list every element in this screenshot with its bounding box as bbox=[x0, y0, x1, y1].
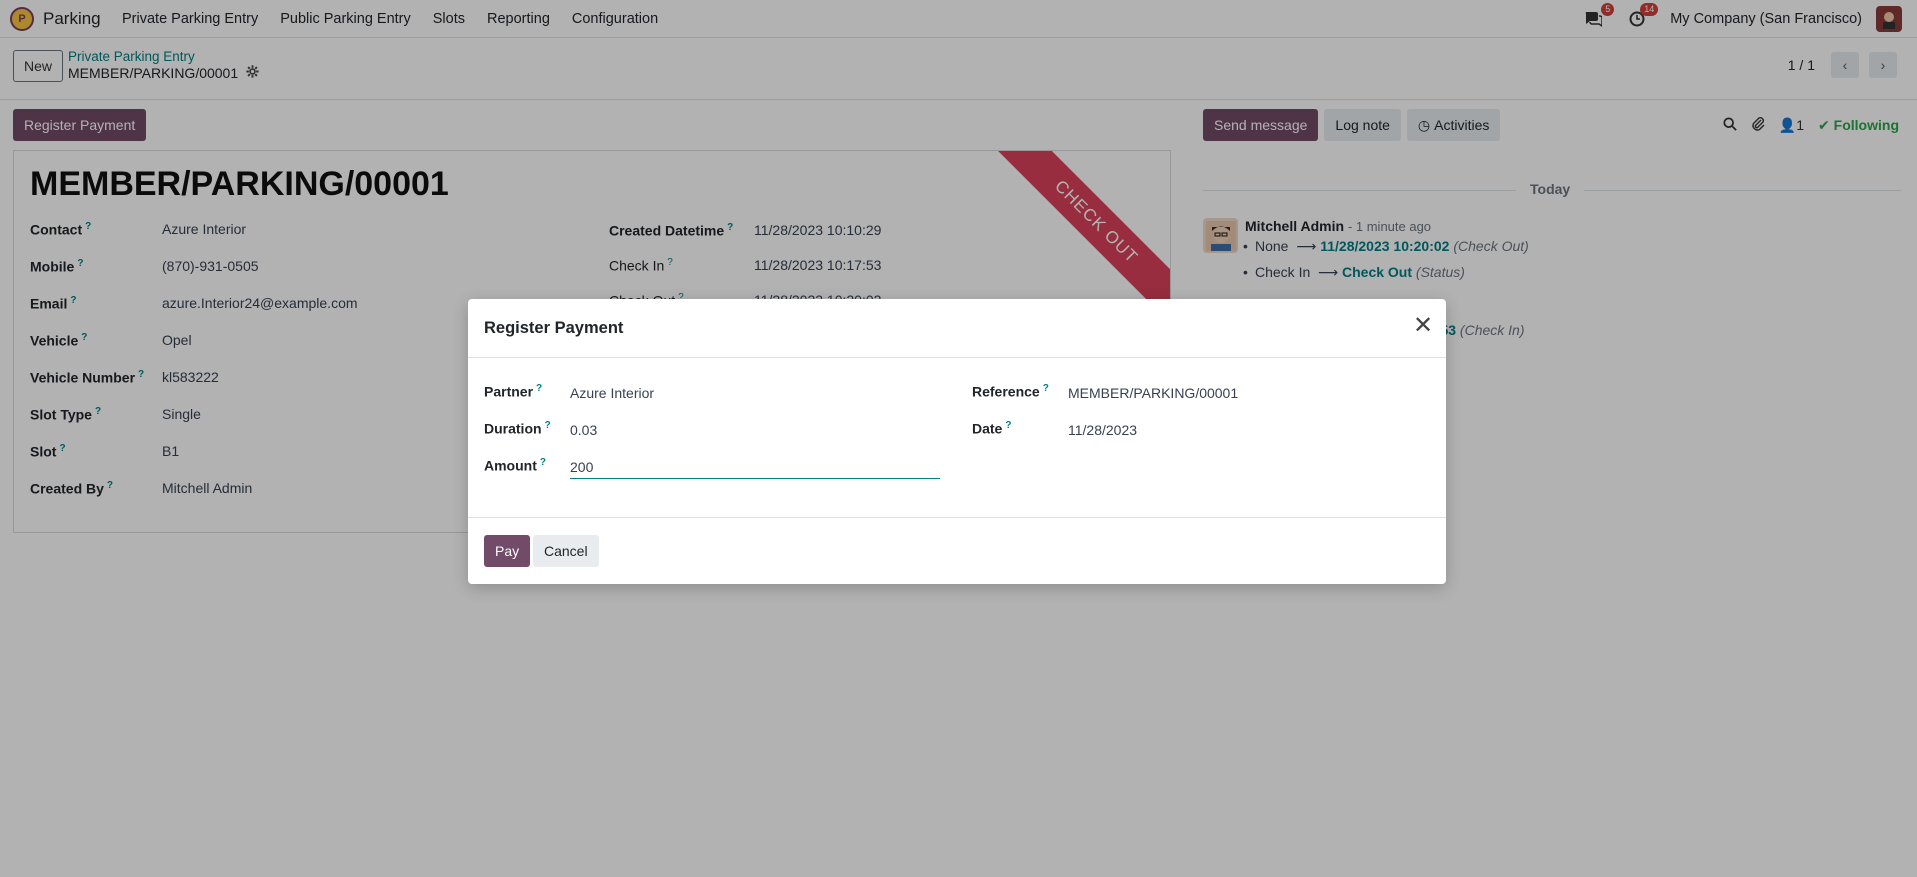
duration-value[interactable]: 0.03 bbox=[570, 422, 597, 438]
date-field: Date? bbox=[972, 420, 1011, 437]
partner-field: Partner? bbox=[484, 383, 542, 400]
reference-field: Reference? bbox=[972, 383, 1049, 400]
partner-value[interactable]: Azure Interior bbox=[570, 385, 654, 401]
reference-value[interactable]: MEMBER/PARKING/00001 bbox=[1068, 385, 1238, 401]
date-value[interactable]: 11/28/2023 bbox=[1068, 422, 1137, 438]
duration-label: Duration? bbox=[484, 420, 551, 437]
cancel-button[interactable]: Cancel bbox=[533, 535, 599, 567]
partner-label: Partner? bbox=[484, 383, 543, 400]
modal-title: Register Payment bbox=[484, 319, 624, 337]
modal-header: Register Payment ✕ bbox=[468, 299, 1446, 358]
amount-label: Amount? bbox=[484, 457, 546, 474]
reference-label: Reference? bbox=[972, 383, 1049, 400]
amount-field: Amount? bbox=[484, 457, 546, 474]
date-label: Date? bbox=[972, 420, 1012, 437]
close-icon[interactable]: ✕ bbox=[1412, 314, 1434, 338]
duration-field: Duration? bbox=[484, 420, 551, 437]
amount-input[interactable] bbox=[570, 455, 940, 479]
pay-button[interactable]: Pay bbox=[484, 535, 531, 567]
register-payment-dialog: Register Payment ✕ Partner? Azure Interi… bbox=[468, 299, 1446, 584]
modal-footer: Pay Cancel bbox=[468, 517, 1446, 584]
